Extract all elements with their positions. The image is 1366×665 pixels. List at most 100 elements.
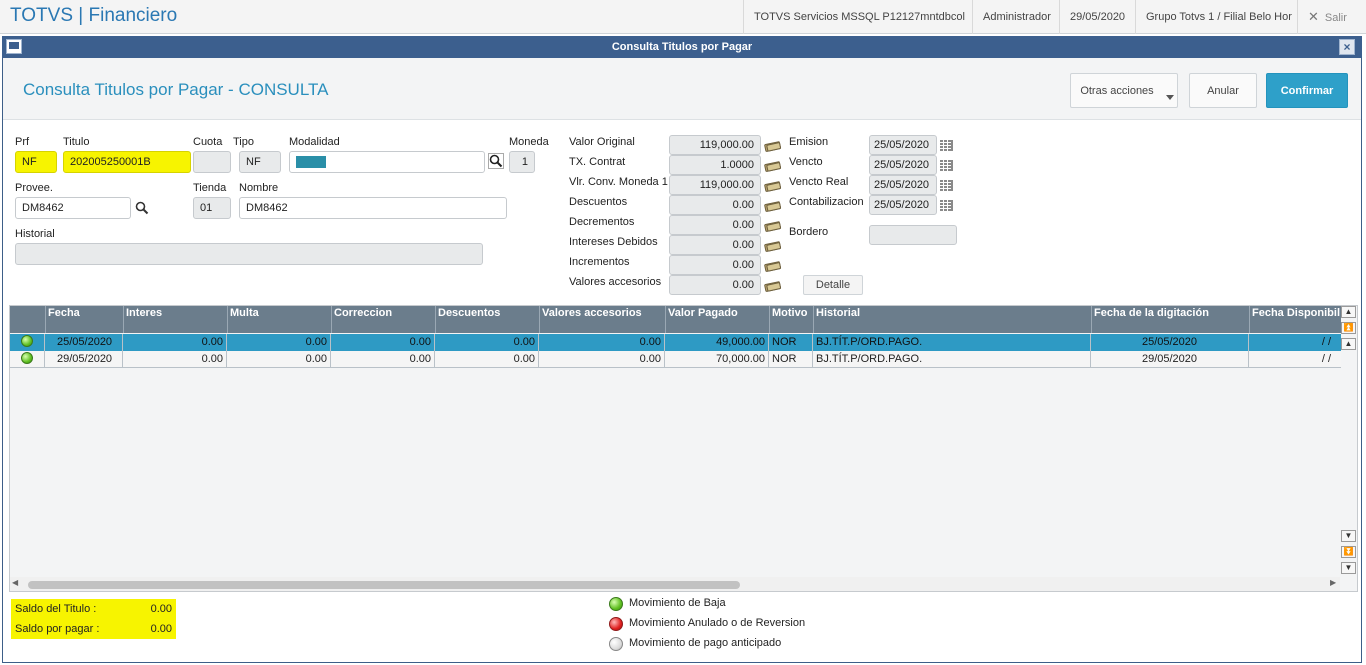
window-icon [6,39,22,54]
money-icon[interactable] [764,160,782,172]
search-icon[interactable] [488,153,504,169]
user-name[interactable]: Administrador [972,0,1061,34]
vencto-real-field[interactable]: 25/05/2020 [869,175,937,195]
intereses-field[interactable]: 0.00 [669,235,761,255]
gray-legend-icon [609,637,623,651]
grid-header-motivo[interactable]: Motivo [769,306,813,333]
titulo-label: Titulo [63,136,90,148]
legend-label: Movimiento de Baja [629,597,726,609]
detalle-button[interactable]: Detalle [803,275,863,295]
money-icon[interactable] [764,280,782,292]
grid-header-historial[interactable]: Historial [813,306,1091,333]
branch-info[interactable]: Grupo Totvs 1 / Filial Belo Hor [1135,0,1302,34]
cancel-button[interactable]: Anular [1189,73,1257,108]
calendar-icon[interactable] [939,159,954,172]
caret-down-icon [1166,95,1174,100]
search-icon[interactable] [135,201,149,215]
red-legend-icon [609,617,623,631]
horizontal-scroll-thumb[interactable] [28,581,740,589]
scroll-page-up-icon[interactable]: ⏫ [1341,322,1356,334]
money-icon[interactable] [764,140,782,152]
saldo-pagar-value: 0.00 [150,623,172,635]
tienda-field[interactable]: 01 [193,197,231,219]
valor-original-field[interactable]: 119,000.00 [669,135,761,155]
cuota-label: Cuota [193,136,223,148]
table-row[interactable]: 25/05/2020 0.00 0.00 0.00 0.00 0.00 49,0… [10,334,1341,351]
contabilizacion-field[interactable]: 25/05/2020 [869,195,937,215]
cell-interes: 0.00 [123,334,227,351]
scroll-bottom-icon[interactable]: ▼ [1341,562,1356,574]
scroll-left-icon[interactable]: ◀ [12,578,18,587]
grid-header-pagado[interactable]: Valor Pagado [665,306,769,333]
saldo-titulo-label: Saldo del Titulo : [15,603,97,615]
vlr-conv-label: Vlr. Conv. Moneda 1 [569,176,668,188]
money-icon[interactable] [764,180,782,192]
green-status-icon [21,335,33,347]
money-icon[interactable] [764,260,782,272]
accesorios-label: Valores accesorios [569,276,662,288]
scroll-page-down-icon[interactable]: ⏬ [1341,546,1356,558]
decrementos-field[interactable]: 0.00 [669,215,761,235]
moneda-field[interactable]: 1 [509,151,535,173]
other-actions-button[interactable]: Otras acciones [1070,73,1178,108]
dialog-title: Consulta Titulos por Pagar [611,41,753,53]
grid-header-correccion[interactable]: Correccion [331,306,435,333]
cell-pagado: 70,000.00 [665,351,769,368]
grid-header-accesorios[interactable]: Valores accesorios [539,306,665,333]
close-icon: ✕ [1308,9,1319,24]
scroll-down-icon[interactable]: ▼ [1341,530,1356,542]
legend-label: Movimiento de pago anticipado [629,637,782,649]
scroll-right-icon[interactable]: ▶ [1330,578,1336,587]
tipo-field[interactable]: NF [239,151,281,173]
grid-header-disponib[interactable]: Fecha Disponibil [1249,306,1341,333]
dialog-close-button[interactable]: × [1339,39,1355,55]
vlr-conv-field[interactable]: 119,000.00 [669,175,761,195]
saldo-pagar-label: Saldo por pagar : [15,623,100,635]
server-info: TOTVS Servicios MSSQL P12127mntdbcol [743,0,975,34]
cell-disponib: / / [1321,353,1331,365]
grid-header-status[interactable] [10,306,45,333]
grid-header-multa[interactable]: Multa [227,306,331,333]
grid-header-descuentos[interactable]: Descuentos [435,306,539,333]
grid-header-interes[interactable]: Interes [123,306,227,333]
saldo-titulo-row: Saldo del Titulo : 0.00 [11,599,176,619]
prf-field[interactable]: NF [15,151,57,173]
provee-field[interactable]: DM8462 [15,197,131,219]
incrementos-field[interactable]: 0.00 [669,255,761,275]
cell-disponib: / / [1321,336,1331,348]
cell-historial: BJ.TÍT.P/ORD.PAGO. [813,351,1091,368]
confirm-button[interactable]: Confirmar [1266,73,1348,108]
bordero-field[interactable] [869,225,957,245]
tx-contrat-field[interactable]: 1.0000 [669,155,761,175]
incrementos-label: Incrementos [569,256,630,268]
money-icon[interactable] [764,240,782,252]
vencto-field[interactable]: 25/05/2020 [869,155,937,175]
cuota-field[interactable] [193,151,231,173]
money-icon[interactable] [764,200,782,212]
calendar-icon[interactable] [939,139,954,152]
exit-button[interactable]: ✕ Salir [1297,0,1366,34]
emision-field[interactable]: 25/05/2020 [869,135,937,155]
money-icon[interactable] [764,220,782,232]
page-title: Consulta Titulos por Pagar - CONSULTA [23,80,329,99]
nombre-field[interactable]: DM8462 [239,197,507,219]
vencto-label: Vencto [789,156,823,168]
calendar-icon[interactable] [939,179,954,192]
historial-field[interactable] [15,243,483,265]
descuentos-field[interactable]: 0.00 [669,195,761,215]
tx-contrat-label: TX. Contrat [569,156,626,168]
moneda-label: Moneda [509,136,549,148]
cell-multa: 0.00 [227,334,331,351]
modalidad-color-swatch [296,156,326,169]
titulo-field[interactable]: 202005250001B [63,151,191,173]
green-status-icon [21,352,33,364]
scroll-up-icon[interactable]: ▲ [1341,338,1356,350]
grid-header-fecha[interactable]: Fecha [45,306,123,333]
grid-header-digitacion[interactable]: Fecha de la digitación [1091,306,1249,333]
scroll-top-icon[interactable]: ▲ [1341,306,1356,318]
row-status-cell [10,334,45,351]
modalidad-field[interactable] [289,151,485,173]
calendar-icon[interactable] [939,199,954,212]
accesorios-field[interactable]: 0.00 [669,275,761,295]
table-row[interactable]: 29/05/2020 0.00 0.00 0.00 0.00 0.00 70,0… [10,351,1341,368]
